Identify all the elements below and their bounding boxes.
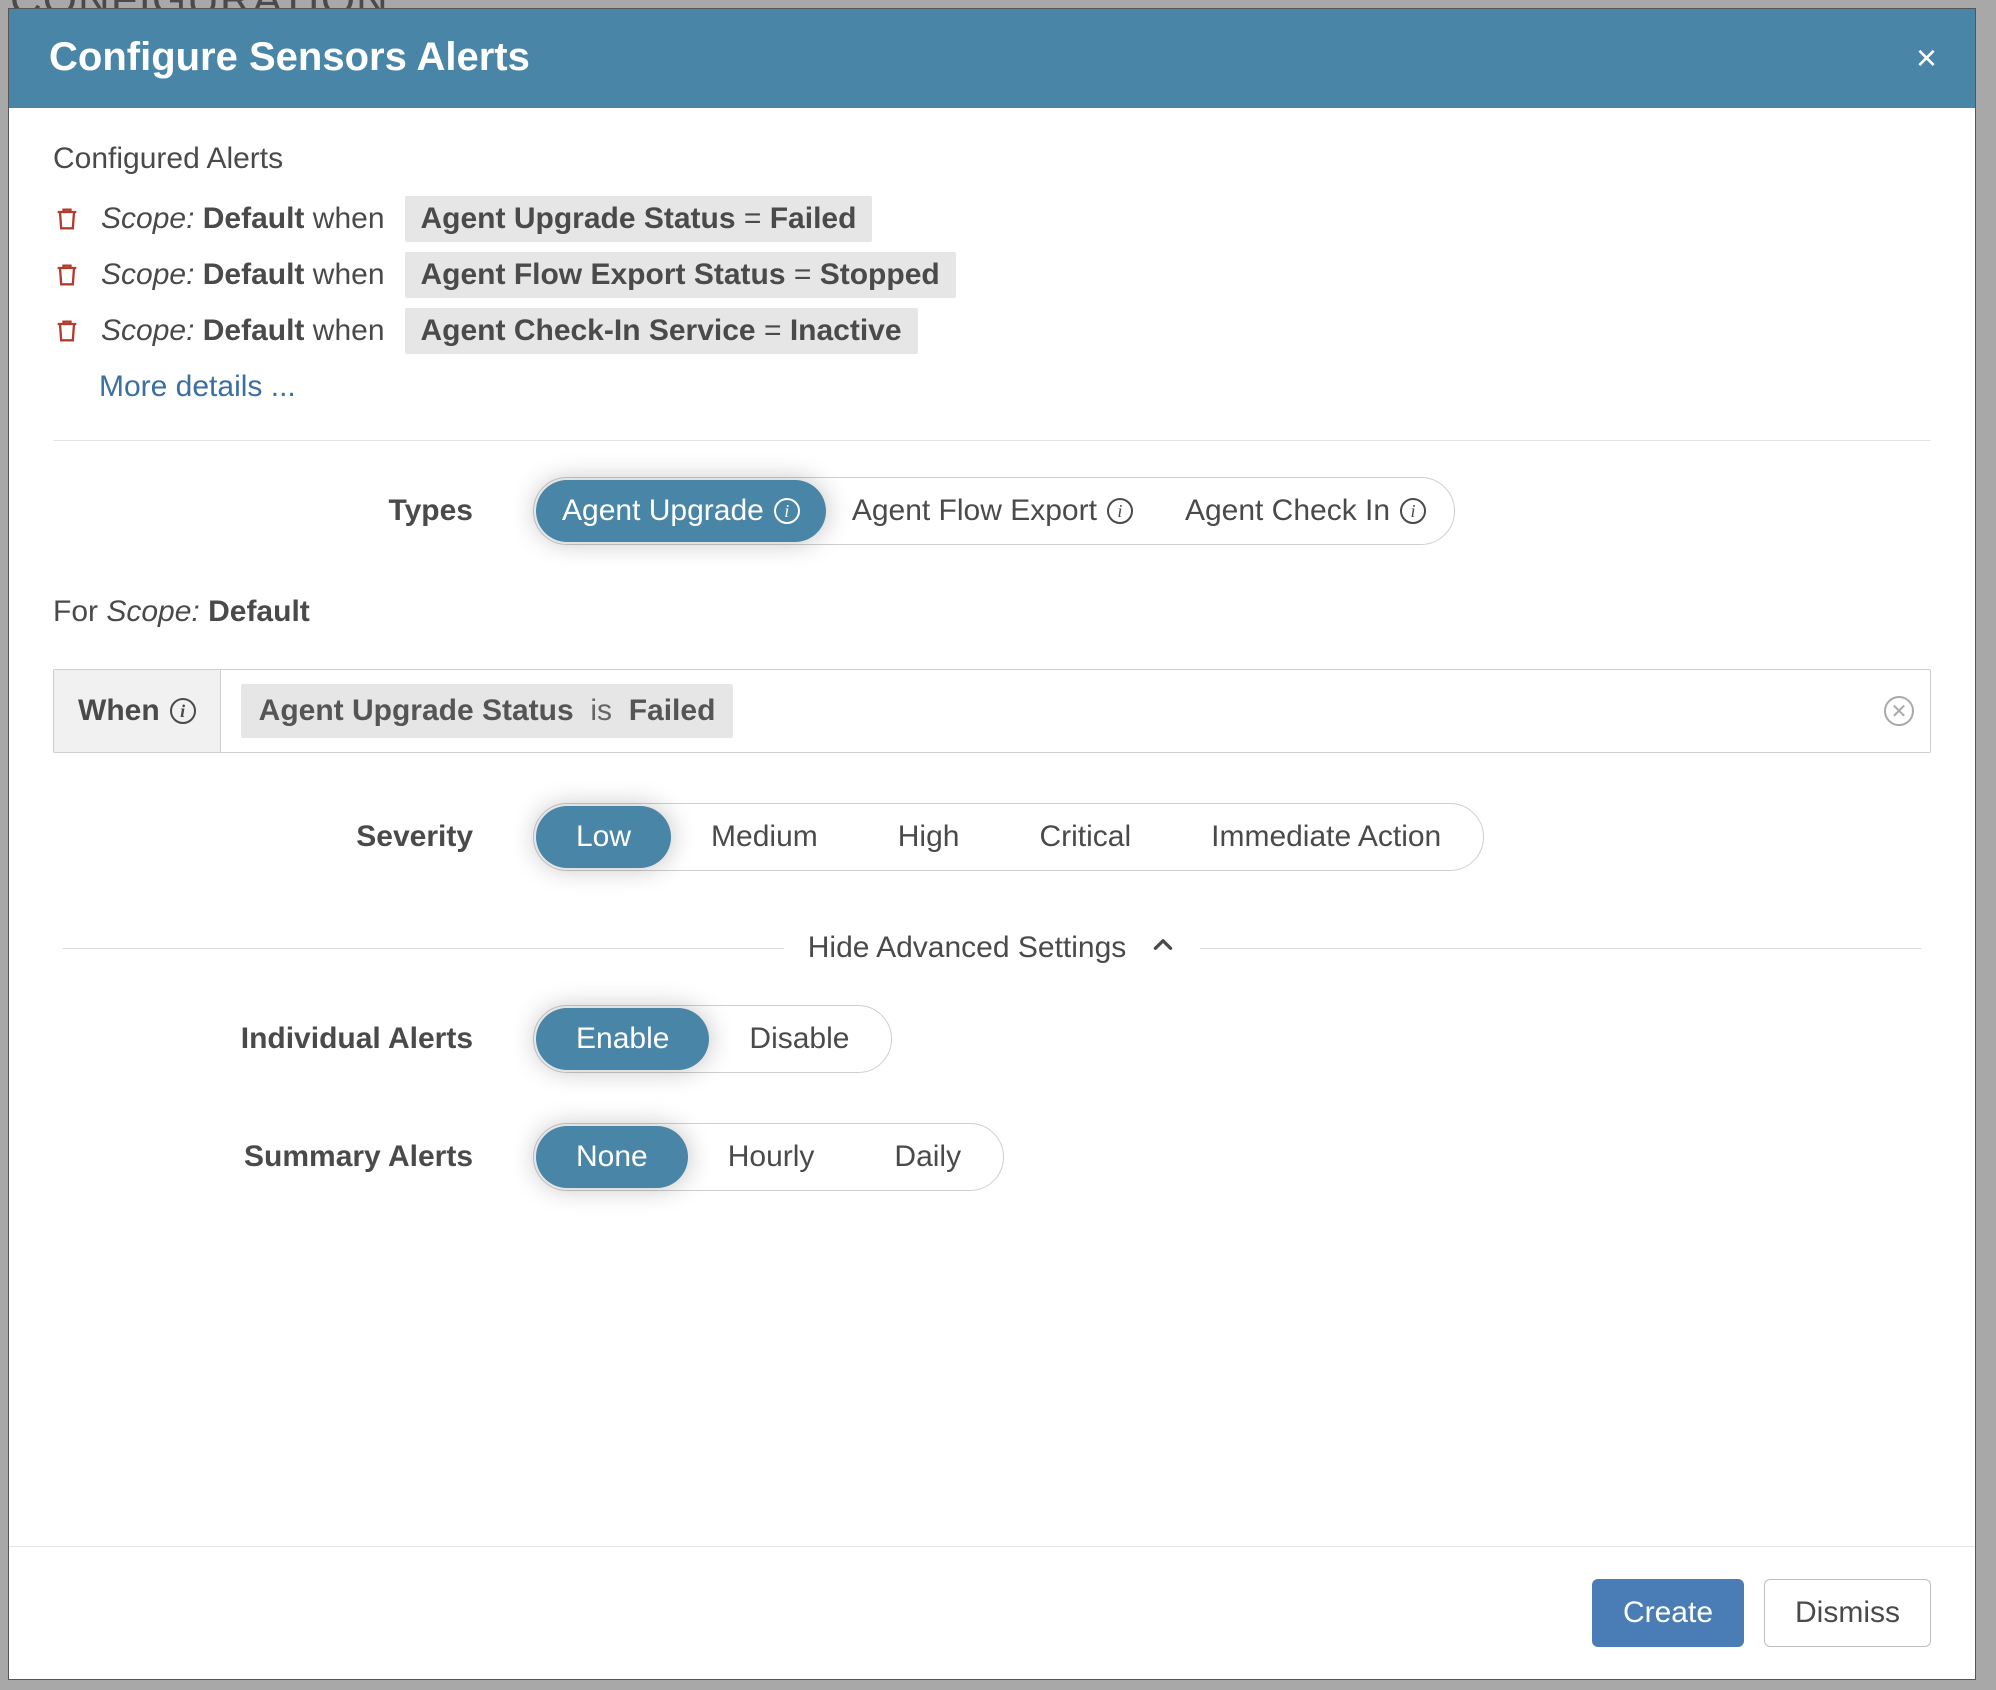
modal-footer: Create Dismiss: [9, 1546, 1975, 1679]
modal-body: Configured Alerts Scope: Default when Age…: [9, 108, 1975, 1546]
configured-alert-row: Scope: Default when Agent Check-In Servic…: [53, 308, 1931, 354]
scope-value: Default: [208, 595, 310, 628]
summary-group-option[interactable]: None: [536, 1126, 688, 1188]
summary-alerts-group: NoneHourlyDaily: [533, 1123, 1004, 1191]
severity-group: LowMediumHighCriticalImmediate Action: [533, 803, 1484, 871]
info-icon[interactable]: i: [1107, 498, 1133, 524]
individual-alerts-row: Individual Alerts EnableDisable: [53, 1005, 1931, 1073]
scope-text: Scope: Default when: [101, 202, 385, 236]
configured-alert-row: Scope: Default when Agent Upgrade Status …: [53, 196, 1931, 242]
when-content[interactable]: Agent Upgrade Status is Failed: [221, 684, 1884, 738]
severity-group-option[interactable]: Medium: [671, 806, 858, 868]
types-group-option[interactable]: Agent Upgrade i: [536, 480, 826, 542]
severity-row: Severity LowMediumHighCriticalImmediate …: [53, 803, 1931, 871]
summary-alerts-label: Summary Alerts: [53, 1140, 473, 1174]
scope-word: Scope:: [106, 595, 199, 628]
types-group: Agent Upgrade iAgent Flow Export iAgent …: [533, 477, 1455, 545]
info-icon[interactable]: i: [170, 698, 196, 724]
summary-group-option[interactable]: Hourly: [688, 1126, 855, 1188]
close-icon[interactable]: ×: [1916, 40, 1937, 76]
severity-group-option[interactable]: Immediate Action: [1171, 806, 1481, 868]
for-scope: For Scope: Default: [53, 595, 1931, 629]
info-icon[interactable]: i: [1400, 498, 1426, 524]
when-metric: Agent Upgrade Status: [259, 694, 574, 727]
summary-group-option[interactable]: Daily: [854, 1126, 1001, 1188]
modal-title: Configure Sensors Alerts: [49, 35, 530, 80]
types-label: Types: [53, 494, 473, 528]
individual-alerts-label: Individual Alerts: [53, 1022, 473, 1056]
types-row: Types Agent Upgrade iAgent Flow Export i…: [53, 477, 1931, 545]
when-bar: When i Agent Upgrade Status is Failed ✕: [53, 669, 1931, 753]
when-label: When: [78, 694, 160, 728]
condition-chip: Agent Check-In Service = Inactive: [405, 308, 918, 354]
summary-alerts-row: Summary Alerts NoneHourlyDaily: [53, 1123, 1931, 1191]
types-group-option[interactable]: Agent Check In i: [1159, 480, 1452, 542]
scope-text: Scope: Default when: [101, 314, 385, 348]
info-icon[interactable]: i: [774, 498, 800, 524]
when-label-box: When i: [54, 670, 221, 752]
when-value: Failed: [629, 694, 716, 727]
trash-icon[interactable]: [53, 317, 81, 345]
trash-icon[interactable]: [53, 261, 81, 289]
individual-group-option[interactable]: Disable: [709, 1008, 889, 1070]
divider-line: [63, 948, 784, 949]
chevron-up-icon: [1150, 931, 1176, 965]
divider-line: [1200, 948, 1921, 949]
clear-condition-icon[interactable]: ✕: [1884, 696, 1914, 726]
more-details-link[interactable]: More details ...: [99, 370, 1931, 404]
create-button[interactable]: Create: [1592, 1579, 1744, 1647]
when-is: is: [590, 694, 612, 727]
severity-group-option[interactable]: Low: [536, 806, 671, 868]
for-word: For: [53, 595, 98, 628]
severity-group-option[interactable]: Critical: [999, 806, 1171, 868]
advanced-settings-toggle[interactable]: Hide Advanced Settings: [63, 931, 1921, 965]
advanced-settings-label: Hide Advanced Settings: [808, 931, 1127, 965]
trash-icon[interactable]: [53, 205, 81, 233]
condition-chip: Agent Flow Export Status = Stopped: [405, 252, 956, 298]
scope-text: Scope: Default when: [101, 258, 385, 292]
configured-alert-row: Scope: Default when Agent Flow Export Sta…: [53, 252, 1931, 298]
types-group-option[interactable]: Agent Flow Export i: [826, 480, 1159, 542]
when-condition-chip[interactable]: Agent Upgrade Status is Failed: [241, 684, 734, 738]
individual-alerts-group: EnableDisable: [533, 1005, 892, 1073]
individual-group-option[interactable]: Enable: [536, 1008, 709, 1070]
modal-header: Configure Sensors Alerts ×: [9, 9, 1975, 108]
severity-group-option[interactable]: High: [858, 806, 1000, 868]
dismiss-button[interactable]: Dismiss: [1764, 1579, 1931, 1647]
modal-configure-sensors-alerts: Configure Sensors Alerts × Configured Al…: [8, 8, 1976, 1680]
configured-alerts-heading: Configured Alerts: [53, 142, 1931, 176]
condition-chip: Agent Upgrade Status = Failed: [405, 196, 873, 242]
severity-label: Severity: [53, 820, 473, 854]
divider: [53, 440, 1931, 441]
